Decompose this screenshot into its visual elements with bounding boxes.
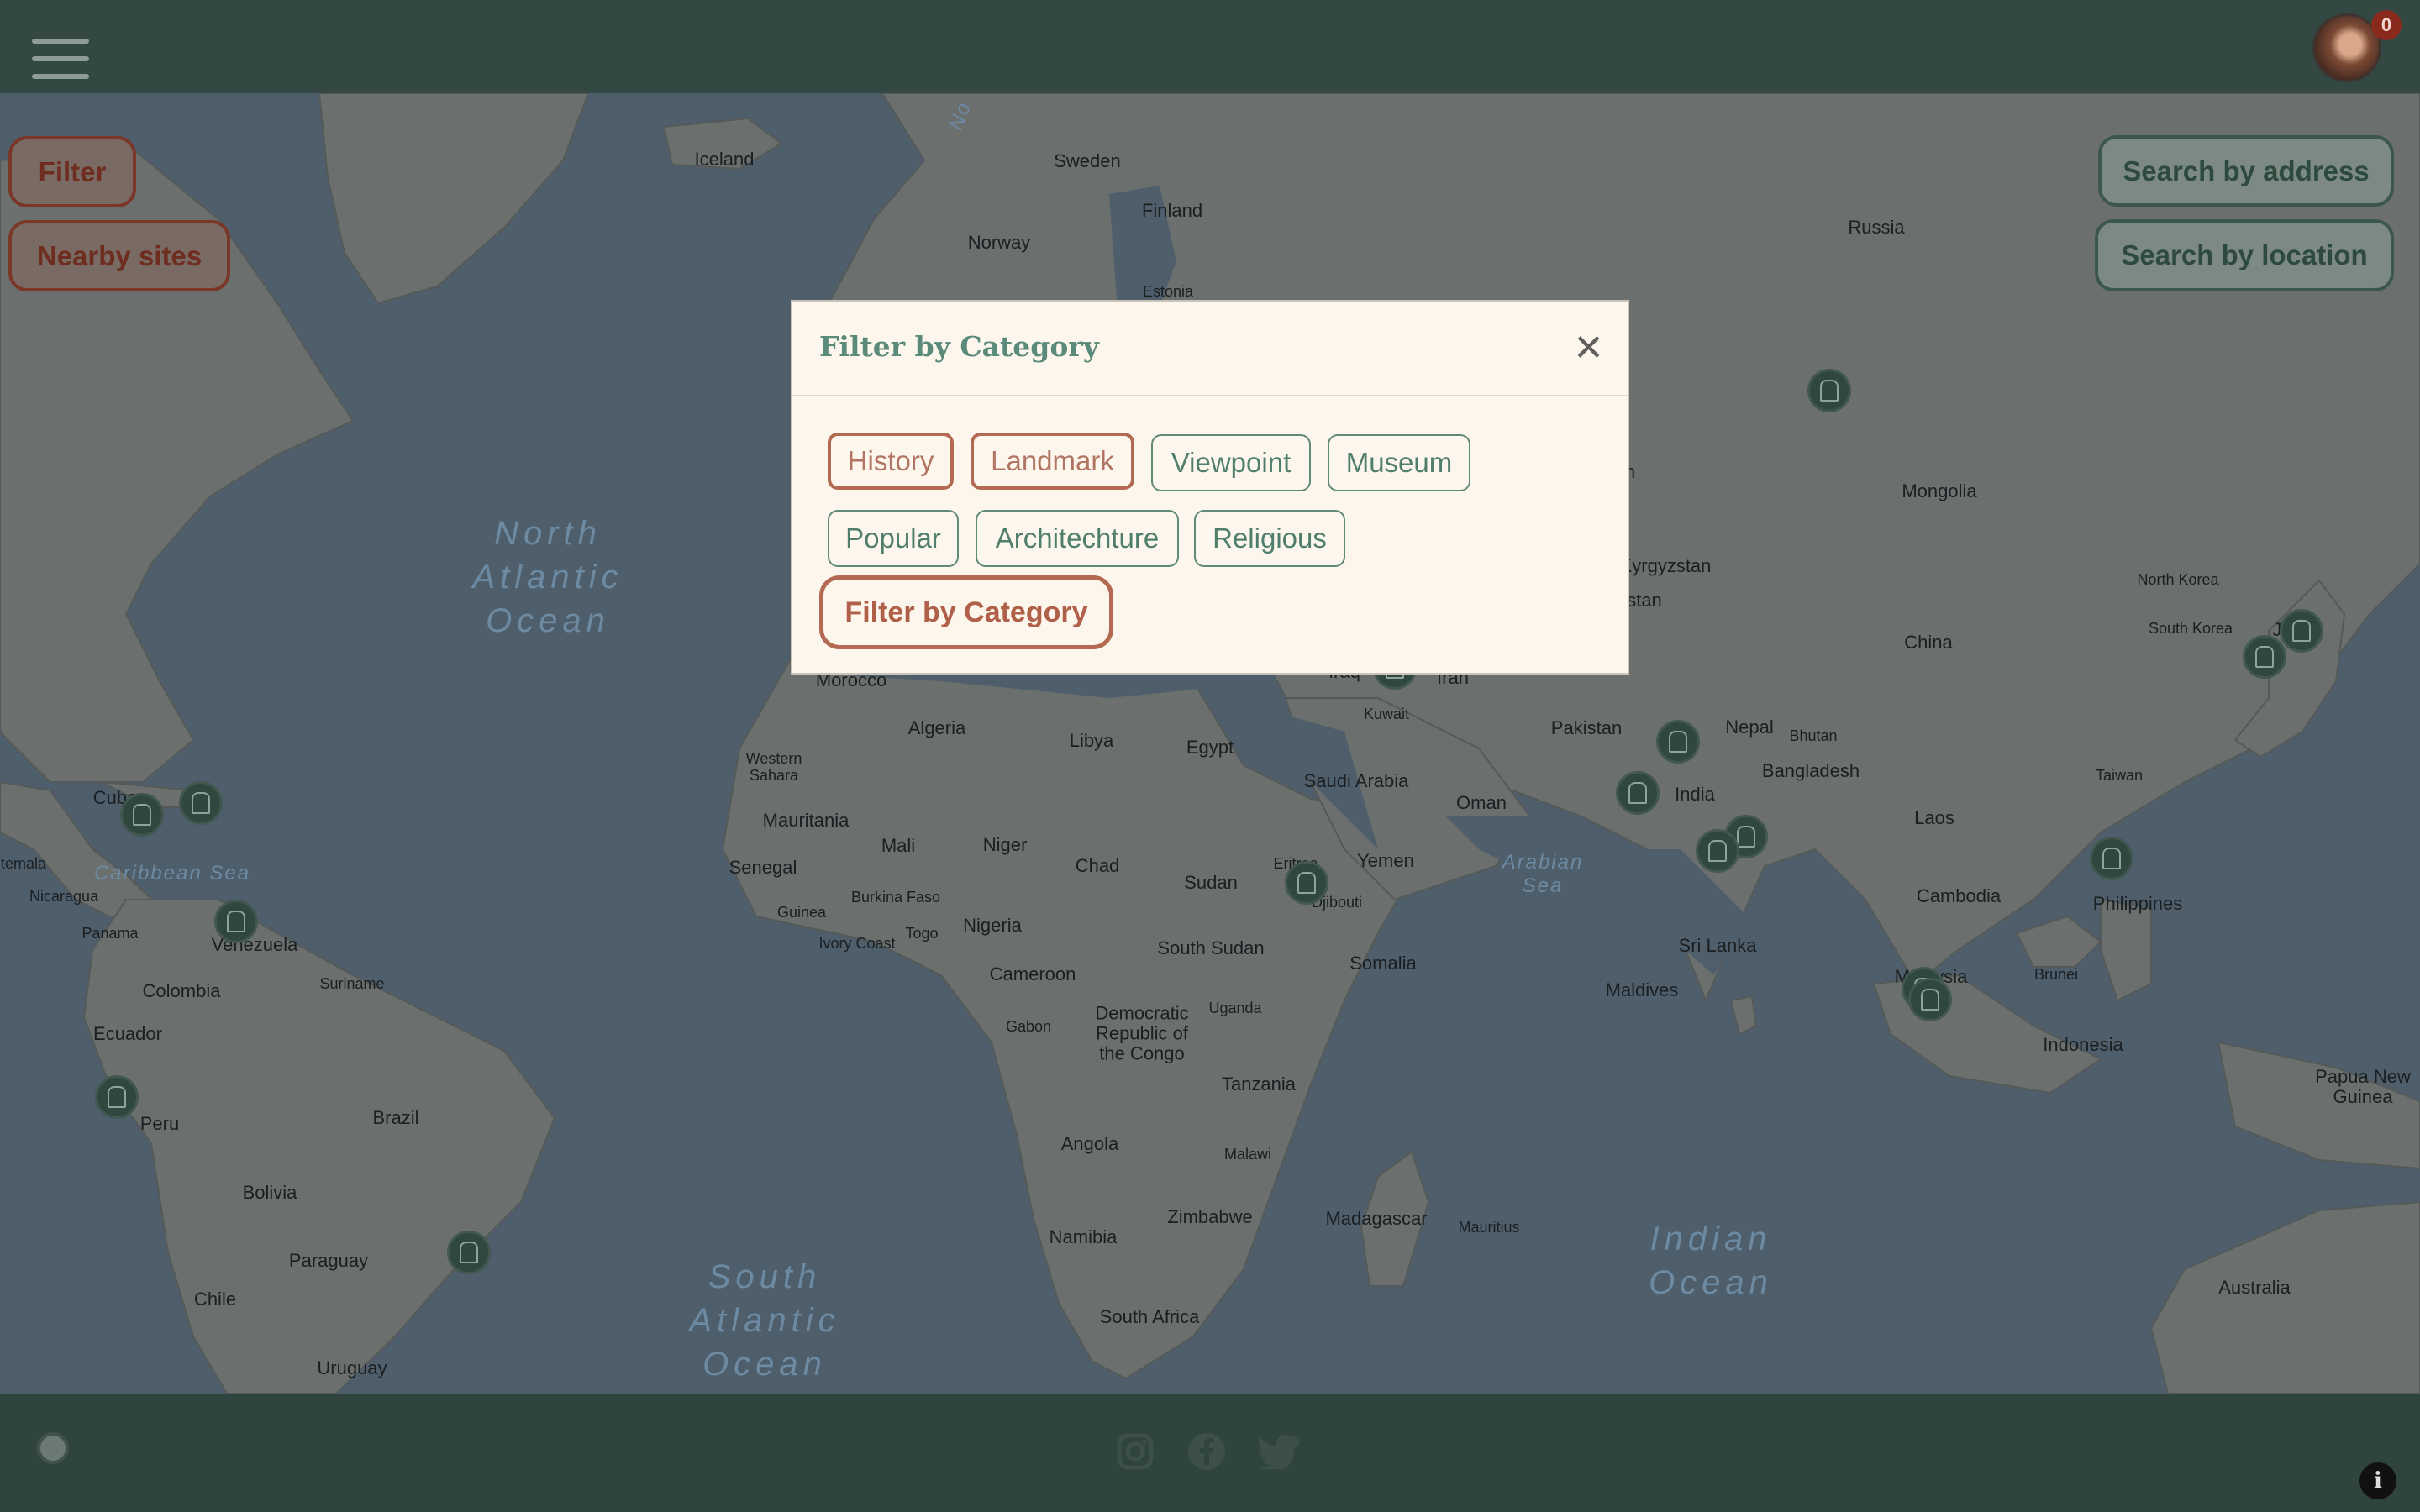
hamburger-menu-icon[interactable] [32,39,89,81]
facebook-icon[interactable] [1186,1431,1228,1473]
category-chip-architechture[interactable]: Architechture [976,510,1179,567]
twitter-icon[interactable] [1259,1431,1301,1473]
chat-icon[interactable] [37,1432,69,1464]
modal-overlay[interactable] [0,93,2420,1394]
category-chip-museum[interactable]: Museum [1328,434,1470,491]
category-chip-landmark[interactable]: Landmark [971,433,1134,490]
category-chip-history[interactable]: History [828,433,954,490]
filter-button[interactable]: Filter [8,136,136,207]
search-by-address-button[interactable]: Search by address [2098,135,2394,207]
category-chip-popular[interactable]: Popular [828,510,959,567]
apply-filter-button[interactable]: Filter by Category [819,575,1113,649]
modal-title: Filter by Category [819,330,1099,363]
info-icon[interactable]: i [2360,1462,2396,1499]
modal-header: Filter by Category ✕ [792,302,1628,396]
close-icon[interactable]: ✕ [1573,327,1604,370]
footer-bar: i [0,1394,2420,1512]
filter-category-modal: Filter by Category ✕ History Landmark Vi… [791,300,1629,675]
search-by-location-button[interactable]: Search by location [2095,219,2394,291]
category-chip-viewpoint[interactable]: Viewpoint [1151,434,1311,491]
category-chip-religious[interactable]: Religious [1194,510,1345,567]
top-bar: 0 [0,0,2420,93]
world-map[interactable]: North Atlantic Ocean South Atlantic Ocean In… [0,93,2420,1394]
instagram-icon[interactable] [1114,1431,1156,1473]
notification-badge: 0 [2371,10,2402,40]
nearby-sites-button[interactable]: Nearby sites [8,220,230,291]
